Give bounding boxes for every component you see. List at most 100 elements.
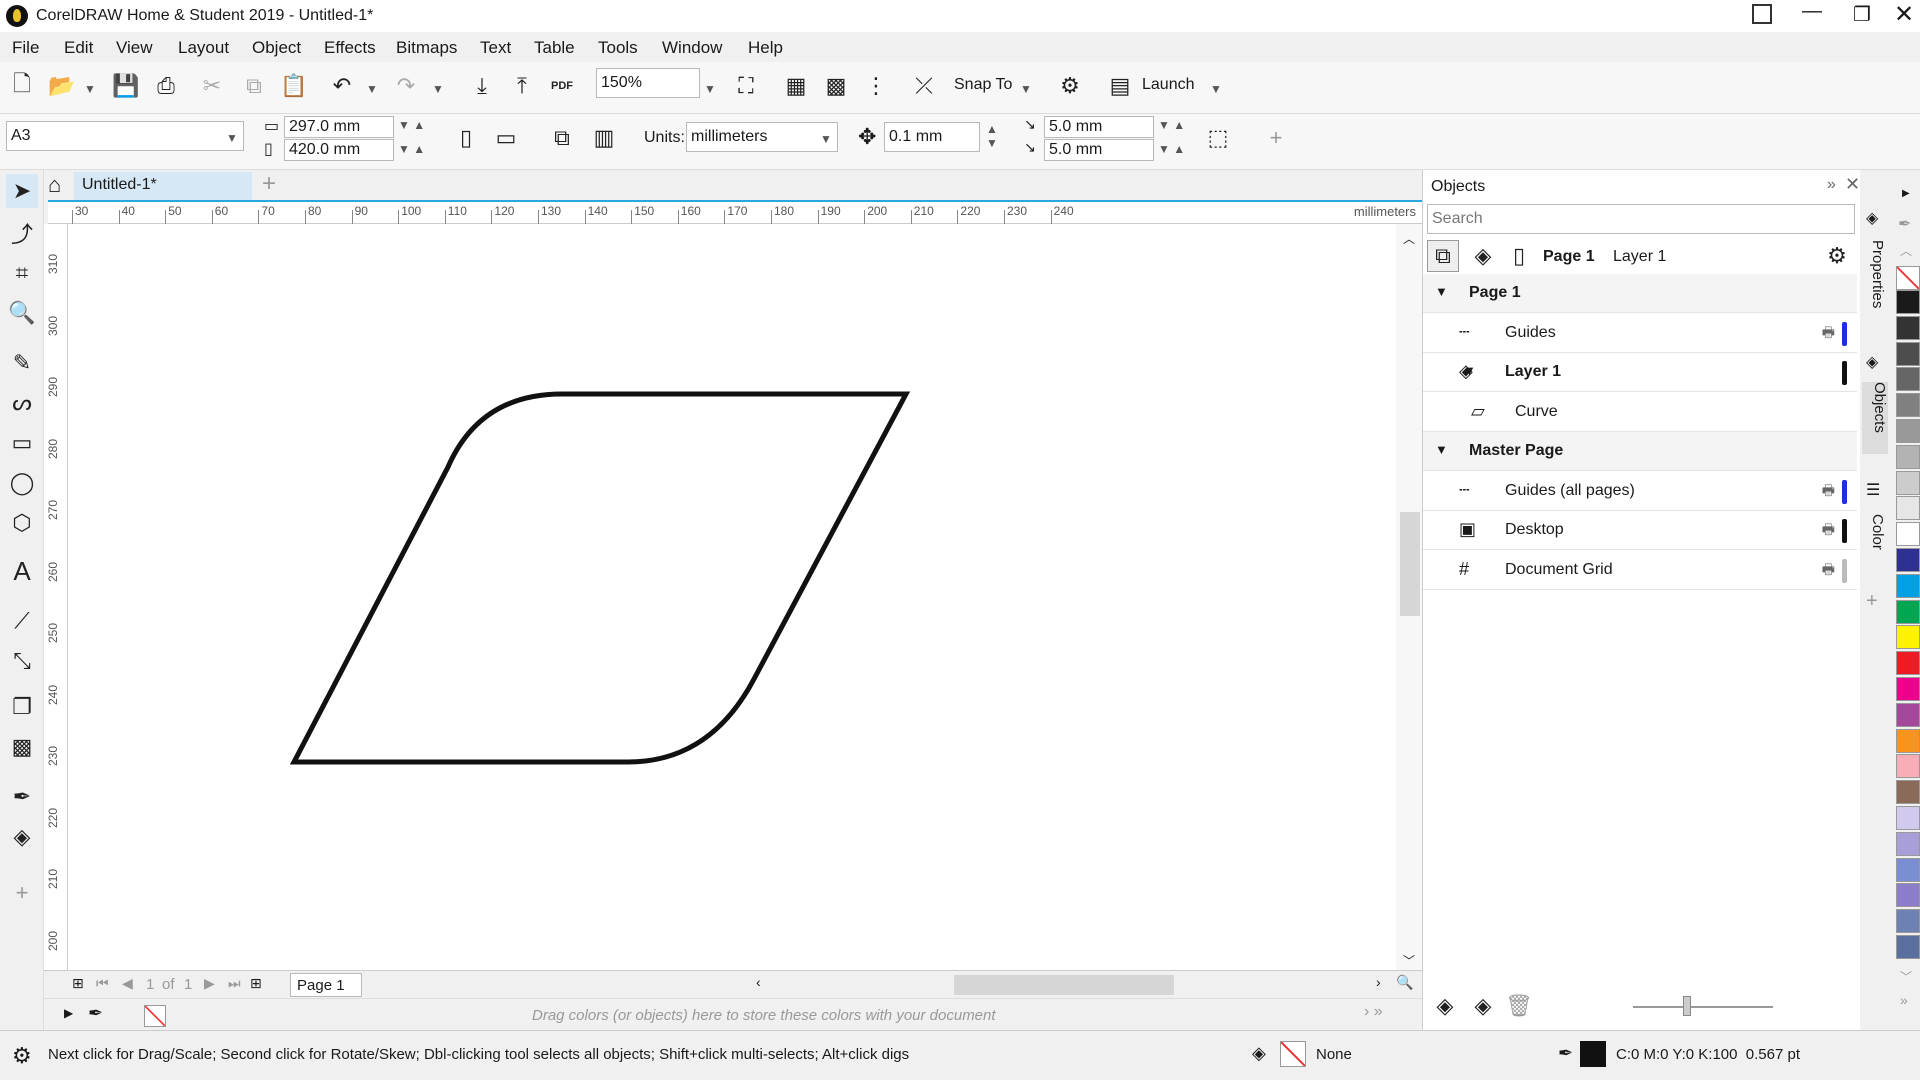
color-swatch[interactable] [1896,341,1920,366]
text-tool-icon[interactable]: A [6,554,38,588]
launch-dropdown[interactable]: Launch [1142,76,1195,94]
options-gear-icon[interactable]: ⚙ [1054,70,1086,102]
menu-table[interactable]: Table [534,38,575,58]
import-icon[interactable]: ⤓ [466,70,498,102]
menu-tools[interactable]: Tools [598,38,638,58]
add-page-after-icon[interactable]: ⊞ [250,975,262,992]
add-docker-icon[interactable]: + [1866,590,1878,613]
save-icon[interactable]: 💾 [110,70,142,102]
open-icon[interactable]: 📂 [46,70,78,102]
palette-scroll-up-icon[interactable]: ︿ [1900,242,1912,259]
redo-dropdown-icon[interactable]: ▼ [432,82,444,96]
color-swatch[interactable] [1896,625,1920,650]
tree-row[interactable]: # Document Grid 🖶 [1423,551,1857,590]
current-page-view-icon[interactable]: ▯ [1503,240,1535,272]
rulers-icon[interactable]: ▦ [780,70,812,102]
zoom-level-field[interactable]: 150% [596,68,700,98]
new-master-layer-icon[interactable]: ◈ [1467,990,1499,1022]
scroll-down-icon[interactable]: ﹀ [1403,952,1415,969]
first-page-icon[interactable]: ⏮ [96,975,109,992]
palette-scroll-right-icon[interactable]: › » [1364,1003,1383,1021]
color-swatch[interactable] [1896,470,1920,495]
color-swatch[interactable] [1896,367,1920,392]
scroll-up-icon[interactable]: ︿ [1403,230,1415,247]
menu-object[interactable]: Object [252,38,301,58]
launch-icon[interactable]: ▤ [1104,70,1136,102]
undo-icon[interactable]: ↶ [326,70,358,102]
docker-zoom-slider[interactable] [1633,1006,1773,1008]
page-height-field[interactable]: 420.0 mm [284,139,394,161]
palette-expand-icon[interactable]: ▶ [64,1006,73,1020]
color-swatch[interactable] [1896,548,1920,572]
tree-row[interactable]: ▣ Desktop 🖶 [1423,511,1857,550]
vertical-scroll-thumb[interactable] [1400,512,1420,616]
color-swatch[interactable] [1896,909,1920,934]
units-dropdown-icon[interactable]: ▼ [820,132,832,146]
paste-icon[interactable]: 📋 [278,70,310,102]
status-settings-gear-icon[interactable]: ⚙ [12,1043,32,1069]
zoom-navigator-icon[interactable]: 🔍 [1396,974,1413,991]
width-stepper-icon[interactable]: ▼ ▲ [398,118,425,132]
palette-scroll-down-icon[interactable]: ﹀ [1900,968,1912,985]
expand-triangle-icon[interactable]: ▼ [1435,442,1448,457]
nudge-distance-field[interactable]: 0.1 mm [884,122,980,152]
color-swatch[interactable] [1896,393,1920,418]
color-tab-icon[interactable]: ☰ [1866,480,1880,500]
vertical-ruler[interactable]: 310 300 290 280 270 260 250 240 230 220 210 200 [44,224,68,974]
duplicate-distance-x-field[interactable]: 5.0 mm [1044,116,1154,138]
palette-eyedropper-small-icon[interactable]: ✒ [1898,214,1911,234]
menu-text[interactable]: Text [480,38,511,58]
zoom-dropdown-icon[interactable]: ▼ [704,82,716,96]
launch-dropdown-icon[interactable]: ▼ [1210,82,1222,96]
redo-icon[interactable]: ↷ [390,70,422,102]
color-swatch[interactable] [1896,831,1920,856]
new-layer-icon[interactable]: ◈ [1429,990,1461,1022]
export-icon[interactable]: ⤒ [506,70,538,102]
horizontal-scroll-thumb[interactable] [954,975,1174,995]
undo-dropdown-icon[interactable]: ▼ [366,82,378,96]
all-pages-icon[interactable]: ⧉ [546,122,578,154]
menu-edit[interactable]: Edit [64,38,93,58]
show-object-properties-icon[interactable]: ⧉ [1427,240,1459,272]
connector-tool-icon[interactable]: ⤡ [6,644,38,678]
palette-expand-more-icon[interactable]: » [1900,992,1908,1008]
properties-tab-icon[interactable]: ◈ [1866,208,1878,228]
horizontal-ruler[interactable]: 30 40 50 60 70 80 90 100 110 120 130 140 150 160 170 18… [48,200,1422,224]
document-tab[interactable]: Untitled-1* [74,172,252,200]
transparency-tool-icon[interactable]: ▩ [6,730,38,764]
printable-toggle-icon[interactable]: 🖶 [1822,519,1835,543]
color-swatch[interactable] [1896,573,1920,598]
color-swatch[interactable] [1896,677,1920,701]
docker-search-input[interactable]: Search [1427,204,1855,234]
snap-to-dropdown[interactable]: Snap To [954,76,1012,94]
full-screen-icon[interactable]: ⛶ [730,70,762,102]
restore-button[interactable]: ❐ [1850,2,1874,27]
menu-effects[interactable]: Effects [324,38,376,58]
drop-shadow-tool-icon[interactable]: ❐ [6,690,38,724]
outline-color-swatch[interactable] [1580,1041,1606,1067]
add-property-icon[interactable]: + [1260,122,1292,154]
docker-close-icon[interactable]: ✕ [1845,174,1860,195]
tab-properties[interactable]: Properties [1864,240,1886,320]
open-dropdown-icon[interactable]: ▼ [84,82,96,96]
polygon-tool-icon[interactable]: ⬡ [6,506,38,540]
layer-manager-view-icon[interactable]: ◈ [1467,240,1499,272]
color-swatch[interactable] [1896,806,1920,830]
publish-pdf-icon[interactable]: PDF [546,70,578,102]
no-color-swatch[interactable] [144,1005,166,1027]
copy-icon[interactable]: ⧉ [238,70,270,102]
color-swatch[interactable] [1896,290,1920,314]
menu-view[interactable]: View [116,38,153,58]
color-swatch[interactable] [1896,599,1920,624]
scroll-left-icon[interactable]: ‹ [756,974,761,990]
interactive-fill-tool-icon[interactable]: ◈ [6,820,38,854]
color-swatch[interactable] [1896,444,1920,469]
nudge-stepper-icon[interactable]: ▲ ▼ [986,122,998,150]
add-tool-icon[interactable]: + [6,876,38,910]
cut-icon[interactable]: ✂ [196,70,228,102]
new-document-icon[interactable]: 🗋 [6,70,38,102]
delete-icon[interactable]: 🗑 [1503,990,1535,1022]
color-swatch[interactable] [1896,857,1920,882]
tab-color[interactable]: Color [1864,514,1886,574]
menu-window[interactable]: Window [662,38,722,58]
